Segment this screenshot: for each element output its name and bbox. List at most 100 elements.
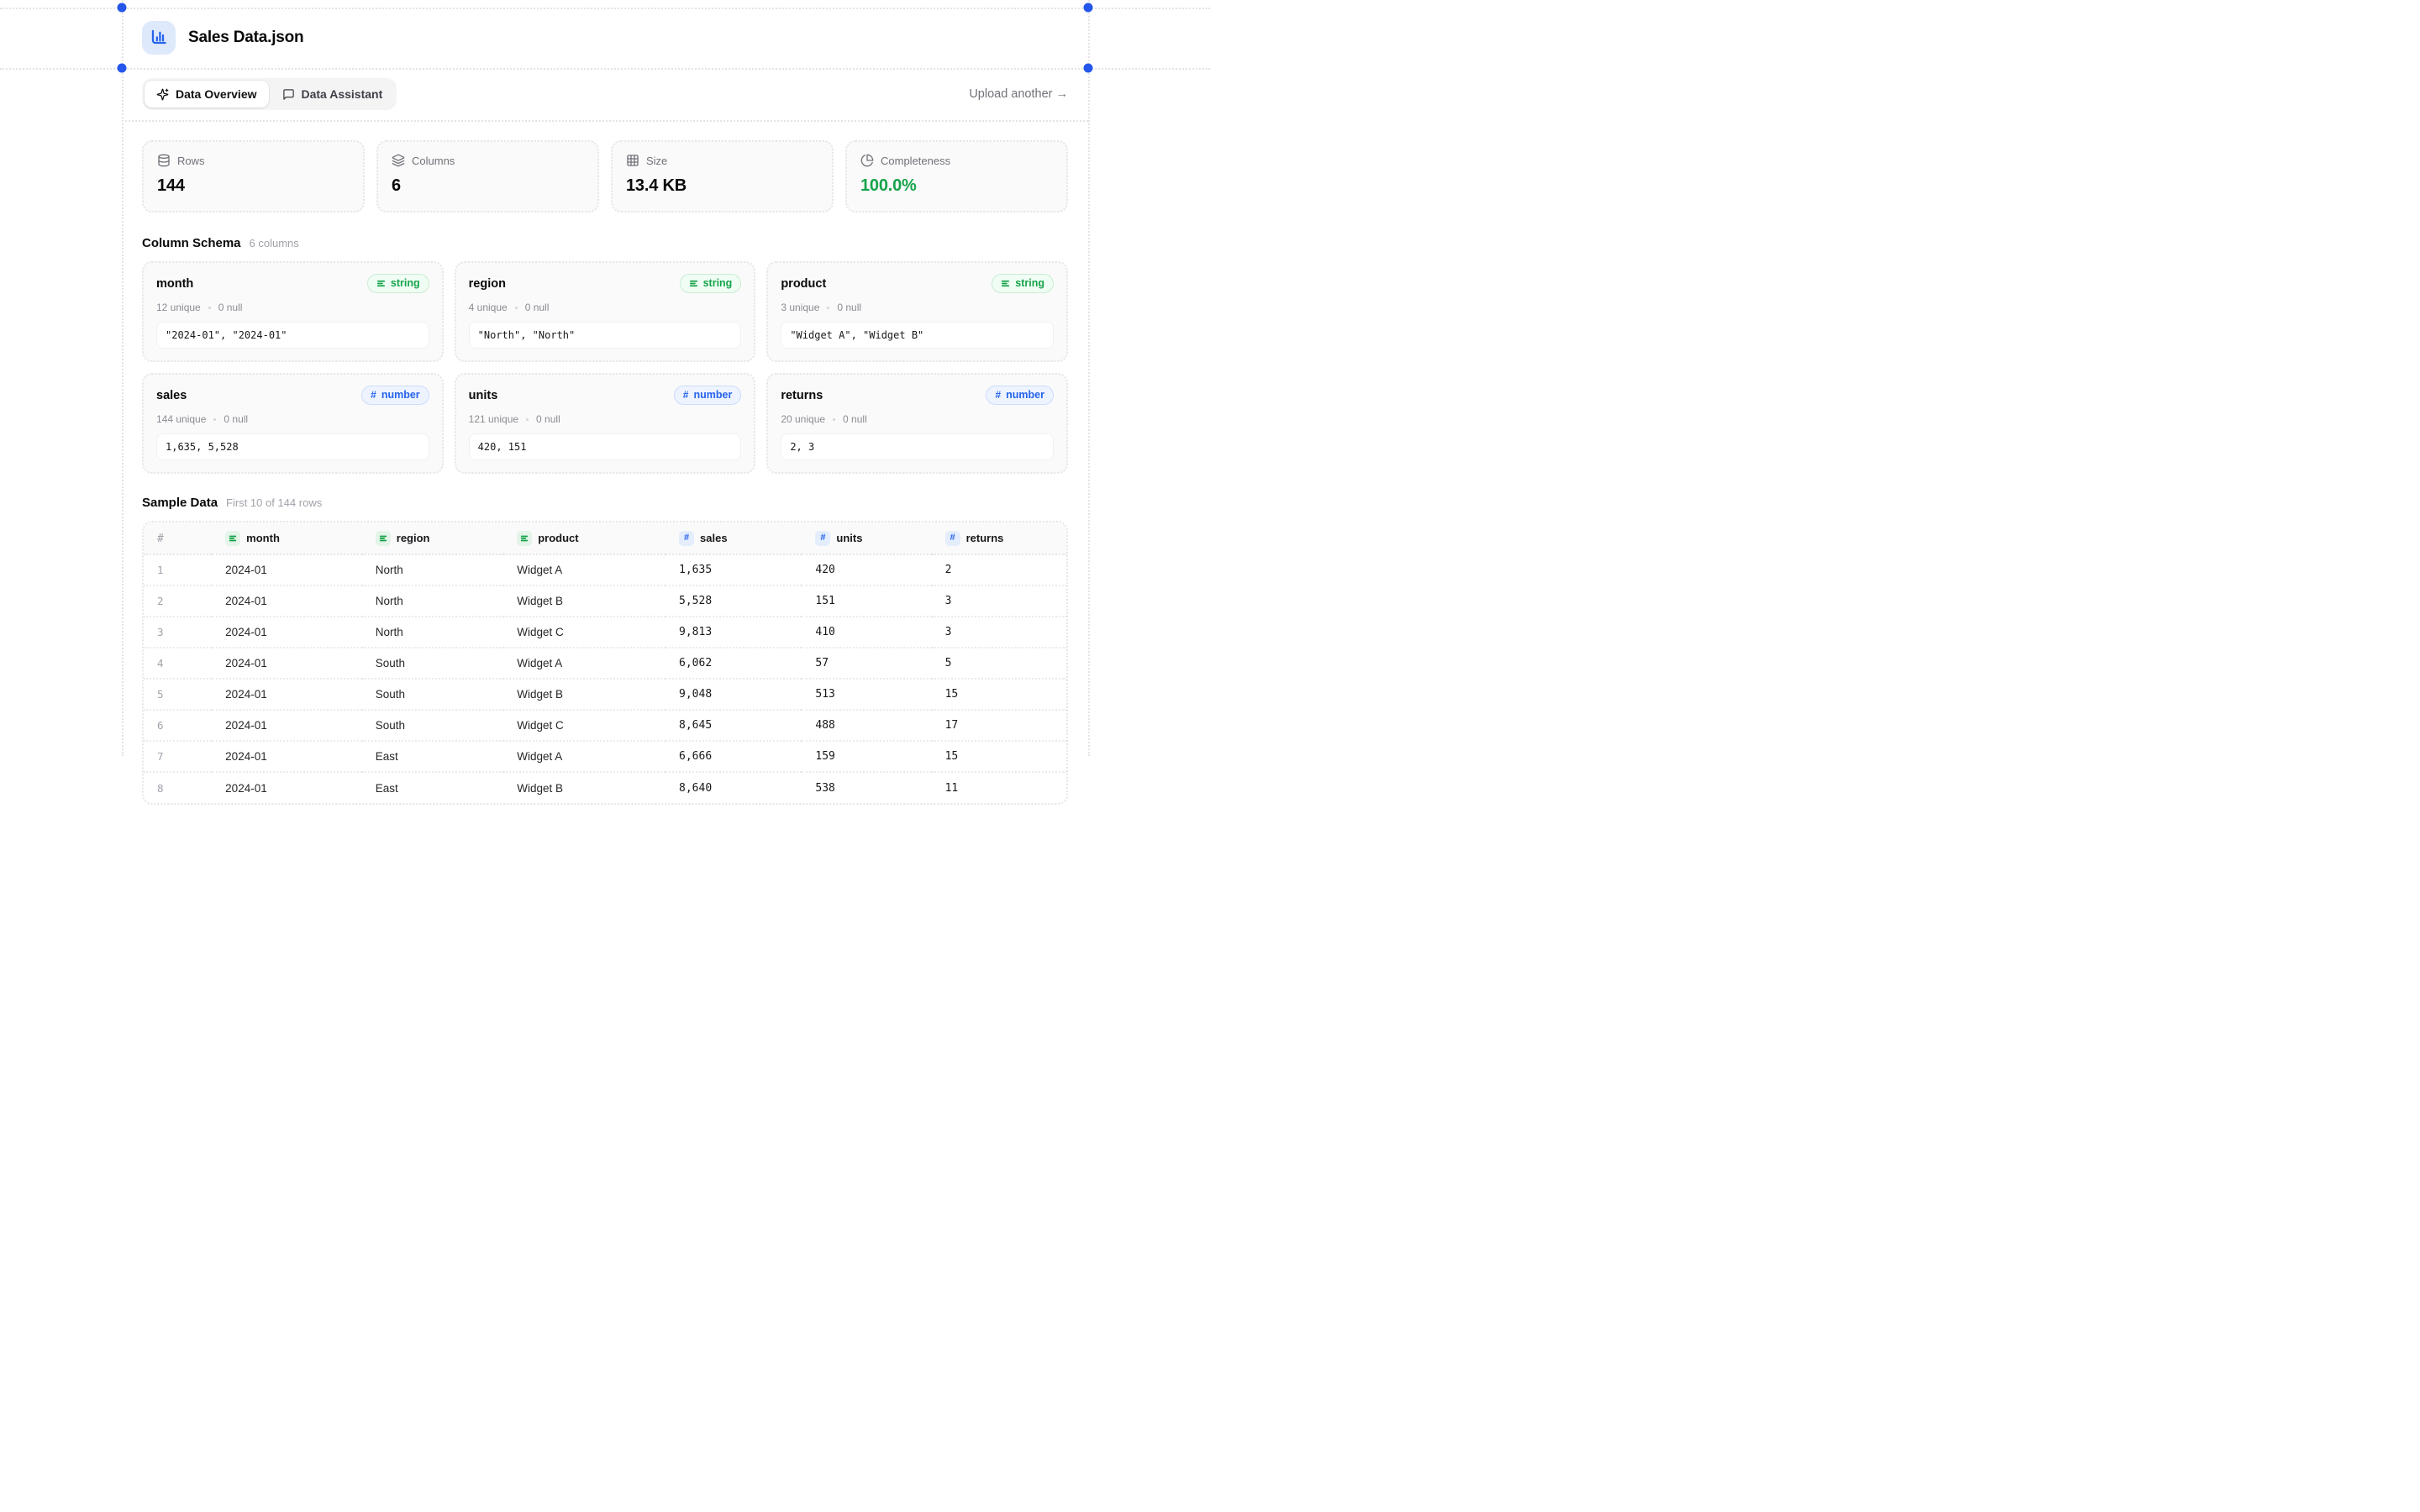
type-badge-number: #number <box>361 386 429 405</box>
type-label: number <box>1006 389 1044 401</box>
stat-label: Size <box>646 155 667 167</box>
database-icon <box>157 154 171 167</box>
hash-icon: # <box>371 390 376 400</box>
drag-handle-dot[interactable] <box>118 64 127 73</box>
cell-units: 488 <box>802 710 931 741</box>
stats-row: Rows144Columns6Size13.4 KBCompleteness10… <box>142 140 1068 213</box>
text-lines-icon <box>689 279 698 288</box>
table-icon <box>626 154 639 167</box>
drag-handle-dot[interactable] <box>1084 64 1093 73</box>
schema-card-month: monthstring 12 unique 0 null "2024-01", "20… <box>142 261 444 362</box>
cell-units: 513 <box>802 679 931 710</box>
stat-value: 13.4 KB <box>626 176 818 196</box>
table-row: 42024-01SouthWidget A6,062575 <box>144 648 1066 679</box>
cell-region: South <box>362 648 503 679</box>
cell-sales: 1,635 <box>666 554 802 585</box>
sample-values: "Widget A", "Widget B" <box>781 322 1054 349</box>
cell-month: 2024-01 <box>212 617 362 648</box>
stat-value: 100.0% <box>860 176 1053 196</box>
text-lines-icon <box>520 534 529 543</box>
cell-sales: 6,062 <box>666 648 802 679</box>
card-header: Sales Data.json <box>122 8 1088 68</box>
cell-product: Widget B <box>503 679 666 710</box>
cell-units: 420 <box>802 554 931 585</box>
type-badge-string: string <box>680 274 742 293</box>
null-count: 0 null <box>218 302 243 313</box>
unique-count: 12 unique <box>156 302 201 313</box>
row-index-cell: 7 <box>144 741 212 772</box>
null-count: 0 null <box>536 413 560 425</box>
index-header-label: # <box>157 533 164 545</box>
number-type-chip: # <box>815 531 830 546</box>
stat-label: Columns <box>412 155 455 167</box>
cell-region: North <box>362 617 503 648</box>
sample-values: "North", "North" <box>469 322 742 349</box>
cell-returns: 15 <box>932 679 1066 710</box>
column-meta: 4 unique0 null <box>469 302 742 313</box>
column-meta: 20 unique 0 null <box>781 413 1054 425</box>
column-header-index: # <box>144 522 212 554</box>
sample-values: 2, 3 <box>781 433 1054 460</box>
drag-handle-dot[interactable] <box>118 3 127 13</box>
string-type-chip <box>225 531 240 546</box>
schema-card-product: product string 3 unique 0 null "Widget A", "… <box>766 261 1068 362</box>
upload-another-link[interactable]: Upload another → <box>969 87 1068 101</box>
sample-values: "2024-01", "2024-01" <box>156 322 429 349</box>
row-index-cell: 3 <box>144 617 212 648</box>
cell-sales: 9,813 <box>666 617 802 648</box>
number-type-chip: # <box>679 531 694 546</box>
stat-value: 144 <box>157 176 350 196</box>
dot-separator <box>833 418 835 421</box>
column-header-label: units <box>836 532 862 544</box>
unique-count: 144 unique <box>156 413 206 425</box>
tab-data-overview[interactable]: Data Overview <box>145 81 269 108</box>
column-name: sales <box>156 389 187 402</box>
dot-separator <box>515 307 518 309</box>
sample-subtitle: First 10 of 144 rows <box>226 496 322 509</box>
tab-label: Data Overview <box>176 87 257 101</box>
cell-units: 410 <box>802 617 931 648</box>
message-square-icon <box>282 88 295 101</box>
null-count: 0 null <box>843 413 867 425</box>
column-header-month: month <box>212 522 362 554</box>
schema-card-head: units#number <box>469 386 742 405</box>
stat-card-completeness: Completeness 100.0% <box>845 140 1068 213</box>
cell-sales: 6,666 <box>666 741 802 772</box>
cell-month: 2024-01 <box>212 554 362 585</box>
stat-label-row: Completeness <box>860 154 1053 167</box>
schema-card-head: monthstring <box>156 274 429 293</box>
column-header-label: region <box>397 532 430 544</box>
sample-section-heading: Sample Data First 10 of 144 rows <box>142 496 1068 510</box>
table-row: 72024-01EastWidget A6,66615915 <box>144 741 1066 772</box>
dot-separator <box>208 307 211 309</box>
unique-count: 20 unique <box>781 413 825 425</box>
schema-title: Column Schema <box>142 236 241 250</box>
cell-product: Widget A <box>503 554 666 585</box>
text-lines-icon <box>229 534 237 543</box>
unique-count: 3 unique <box>781 302 819 313</box>
column-name: product <box>781 277 826 291</box>
layers-icon <box>392 154 405 167</box>
sparkles-icon <box>156 88 169 101</box>
type-label: string <box>1015 277 1044 289</box>
cell-returns: 5 <box>932 648 1066 679</box>
cell-month: 2024-01 <box>212 648 362 679</box>
schema-count-label: 6 columns <box>250 237 299 249</box>
tab-label: Data Assistant <box>302 87 383 101</box>
column-header-units: # units <box>802 522 931 554</box>
text-lines-icon <box>379 534 387 543</box>
column-header-returns: #returns <box>932 522 1066 554</box>
cell-region: South <box>362 679 503 710</box>
stat-card-rows: Rows 144 <box>142 140 365 213</box>
tab-data-assistant[interactable]: Data Assistant <box>271 81 395 108</box>
cell-region: East <box>362 741 503 772</box>
cell-returns: 3 <box>932 585 1066 617</box>
cell-month: 2024-01 <box>212 710 362 741</box>
type-badge-string: string <box>367 274 429 293</box>
cell-month: 2024-01 <box>212 741 362 772</box>
drag-handle-dot[interactable] <box>1084 3 1093 13</box>
null-count: 0 null <box>837 302 861 313</box>
schema-card-region: regionstring4 unique0 null"North", "Nort… <box>455 261 756 362</box>
column-header-label: sales <box>700 532 728 544</box>
stat-label-row: Rows <box>157 154 350 167</box>
